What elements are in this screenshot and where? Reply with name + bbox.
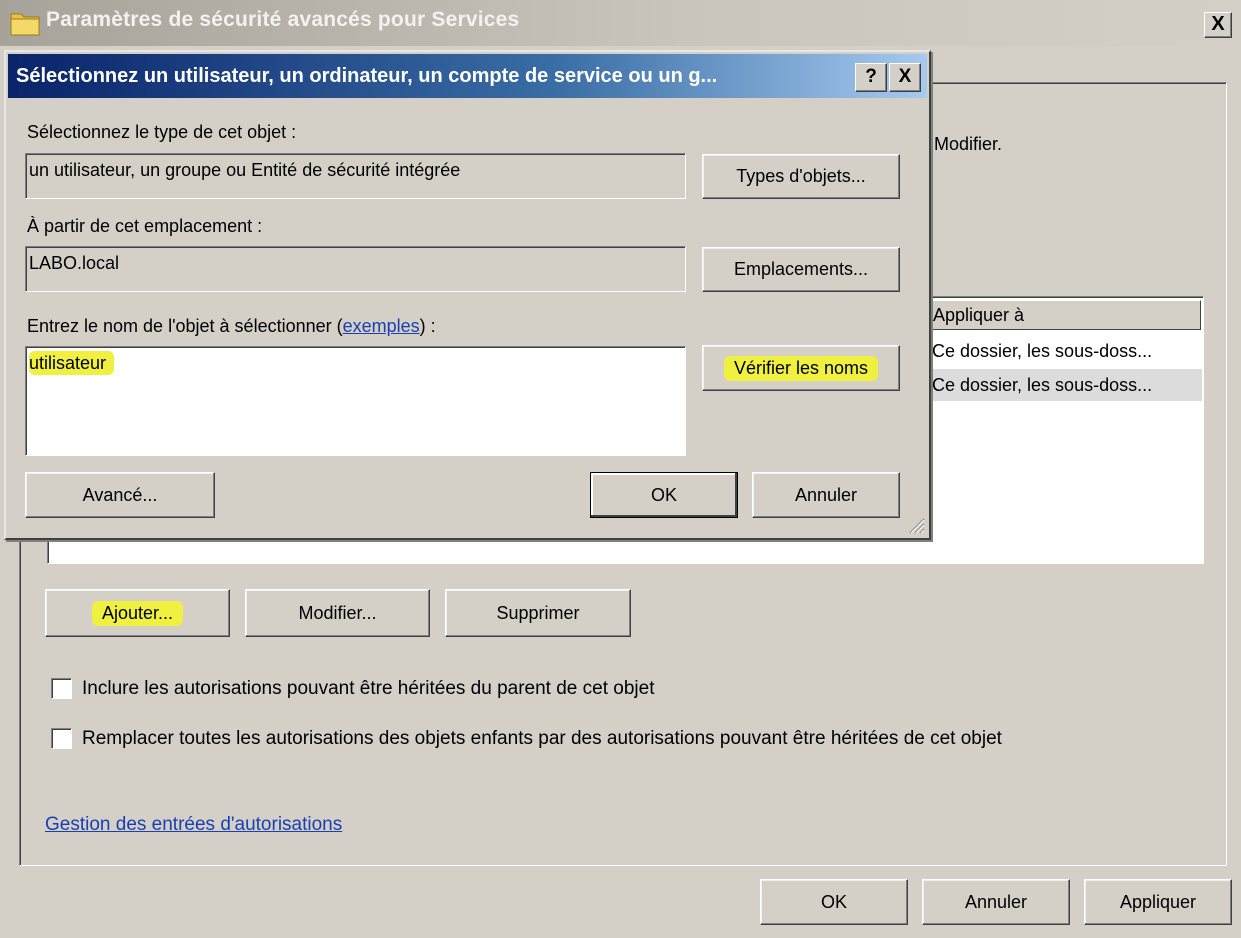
edit-button[interactable]: Modifier...	[245, 589, 430, 637]
location-field: LABO.local	[25, 246, 686, 292]
dialog-cancel-label: Annuler	[794, 484, 858, 505]
replace-children-label: Remplacer toutes les autorisations des o…	[82, 728, 1002, 749]
dialog-ok-label: OK	[650, 484, 677, 505]
hint-text: Modifier.	[934, 134, 1003, 154]
manage-permission-entries-link[interactable]: Gestion des entrées d'autorisations	[45, 814, 342, 836]
apply-button-label: Appliquer	[1119, 891, 1197, 912]
add-button[interactable]: Ajouter...	[45, 589, 230, 637]
location-label: À partir de cet emplacement :	[27, 216, 263, 236]
list-item[interactable]: Ce dossier, les sous-doss...	[928, 335, 1202, 367]
dialog-title: Sélectionnez un utilisateur, un ordinate…	[16, 65, 718, 87]
remove-button-label: Supprimer	[496, 602, 580, 623]
locations-button[interactable]: Emplacements...	[702, 247, 900, 292]
resize-grip-icon[interactable]	[907, 516, 925, 534]
object-type-label: Sélectionnez le type de cet objet :	[27, 122, 297, 142]
column-header-apply-to[interactable]: Appliquer à	[928, 300, 1201, 330]
help-icon[interactable]: ?	[855, 63, 887, 92]
parent-cancel-button[interactable]: Annuler	[922, 879, 1070, 925]
include-inherited-checkbox[interactable]	[51, 678, 72, 699]
parent-ok-label: OK	[820, 891, 847, 912]
object-types-button[interactable]: Types d'objets...	[702, 154, 900, 199]
dialog-title-bar: Sélectionnez un utilisateur, un ordinate…	[8, 54, 927, 98]
examples-link[interactable]: exemples	[343, 316, 420, 336]
enter-name-label-suffix: ) :	[419, 316, 436, 336]
enter-name-label-text: Entrez le nom de l'objet à sélectionner …	[27, 316, 343, 336]
locations-button-label: Emplacements...	[733, 259, 869, 279]
dialog-cancel-button[interactable]: Annuler	[752, 472, 900, 518]
enter-name-label: Entrez le nom de l'objet à sélectionner …	[27, 316, 436, 337]
object-name-input[interactable]: utilisateur	[25, 346, 686, 456]
remove-button[interactable]: Supprimer	[445, 589, 631, 637]
include-inherited-label: Inclure les autorisations pouvant être h…	[82, 678, 655, 699]
advanced-button[interactable]: Avancé...	[25, 472, 215, 518]
apply-button[interactable]: Appliquer	[1084, 879, 1232, 925]
parent-cancel-label: Annuler	[964, 891, 1028, 912]
object-name-value: utilisateur	[29, 351, 115, 375]
replace-children-checkbox[interactable]	[51, 728, 72, 749]
parent-window-title: Paramètres de sécurité avancés pour Serv…	[46, 8, 520, 31]
edit-button-label: Modifier...	[298, 602, 377, 623]
object-type-field: un utilisateur, un groupe ou Entité de s…	[25, 153, 686, 199]
add-button-label: Ajouter...	[91, 600, 184, 626]
select-users-dialog: Sélectionnez un utilisateur, un ordinate…	[4, 50, 931, 540]
parent-ok-button[interactable]: OK	[760, 879, 908, 925]
check-names-button-label: Vérifier les noms	[723, 355, 879, 381]
dialog-ok-button[interactable]: OK	[590, 472, 738, 518]
parent-title-bar: Paramètres de sécurité avancés pour Serv…	[0, 0, 1241, 46]
check-names-button[interactable]: Vérifier les noms	[702, 345, 900, 391]
advanced-button-label: Avancé...	[82, 484, 158, 505]
folder-icon	[10, 13, 40, 36]
object-types-button-label: Types d'objets...	[736, 166, 866, 186]
parent-close-button[interactable]: X	[1204, 12, 1232, 38]
list-item[interactable]: Ce dossier, les sous-doss...	[928, 369, 1202, 401]
dialog-close-icon[interactable]: X	[889, 63, 921, 92]
